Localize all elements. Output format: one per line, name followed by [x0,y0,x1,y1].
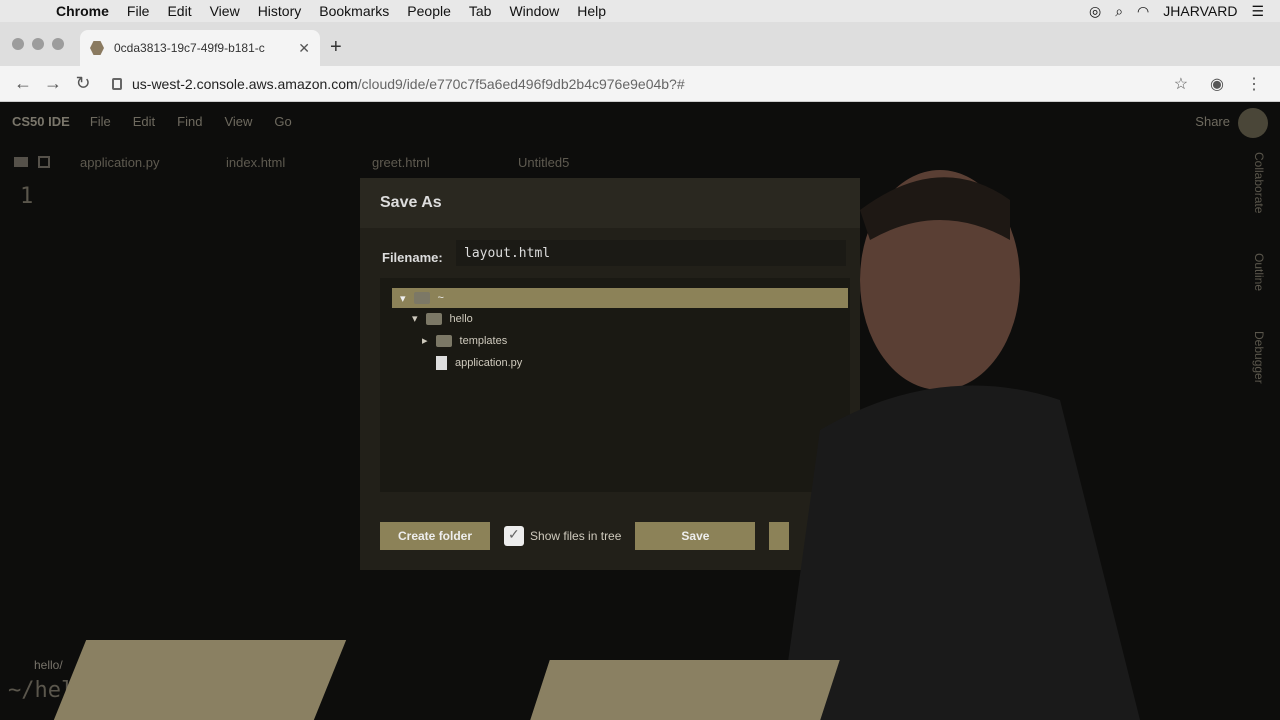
duck-avatar-icon[interactable] [1238,108,1268,138]
ide-menu-bar: CS50 IDE File Edit Find View Go Share [0,102,1280,140]
presenter-figure [780,170,1140,720]
line-number: 1 [20,184,34,209]
tree-root-label: ~ [437,292,444,304]
menu-window[interactable]: Window [509,3,559,19]
folder-icon[interactable] [14,157,28,167]
ide-brand[interactable]: CS50 IDE [12,114,70,129]
bookmark-star-icon[interactable]: ☆ [1174,74,1188,94]
laptop-left [53,640,347,720]
tree-folder-hello[interactable]: ▾ hello [412,312,473,325]
menu-tab[interactable]: Tab [469,3,492,19]
menu-help[interactable]: Help [577,3,606,19]
file-tab-untitled5[interactable]: Untitled5 [518,155,664,170]
address-bar-row: ← → ↻ us-west-2.console.aws.amazon.com/c… [0,66,1280,102]
dialog-buttons: Create folder Show files in tree Save [380,522,790,550]
browser-tab-bar: 0cda3813-19c7-49f9-b181-c ✕ + [0,22,1280,66]
menu-file[interactable]: File [127,3,150,19]
menu-history[interactable]: History [258,3,302,19]
apple-icon[interactable] [20,2,38,20]
url-field[interactable]: us-west-2.console.aws.amazon.com/cloud9/… [132,76,685,92]
browser-tab[interactable]: 0cda3813-19c7-49f9-b181-c ✕ [80,30,320,66]
file-tab-index-html[interactable]: index.html [226,155,372,170]
window-controls [12,38,64,50]
tree-subfolder-label: templates [459,334,508,347]
close-tab-icon[interactable]: ✕ [298,40,310,57]
filename-label: Filename: [382,250,443,265]
ide-menu-edit[interactable]: Edit [133,114,155,129]
tree-file-label: application.py [455,357,523,369]
minimize-window-icon[interactable] [32,38,44,50]
menu-people[interactable]: People [407,3,451,19]
close-window-icon[interactable] [12,38,24,50]
zoom-window-icon[interactable] [52,38,64,50]
tree-file-application[interactable]: application.py [436,356,522,370]
user-name[interactable]: JHARVARD [1163,3,1237,19]
forward-icon[interactable]: → [38,73,68,94]
expand-triangle-icon[interactable]: ▾ [400,292,406,305]
cloud9-icon [90,41,104,55]
tree-folder-templates[interactable]: ▸ templates [422,334,507,347]
save-button[interactable]: Save [635,522,756,550]
menu-edit[interactable]: Edit [167,3,191,19]
search-icon[interactable]: ⌕ [1115,3,1123,20]
profile-icon[interactable]: ◉ [1210,74,1224,94]
folder-icon [413,292,430,304]
checkbox-checked-icon[interactable] [504,526,525,546]
ide-menu-view[interactable]: View [224,114,252,129]
show-files-label: Show files in tree [530,529,622,543]
menu-app-chrome[interactable]: Chrome [56,3,109,19]
folder-icon [435,334,452,347]
file-tab-greet-html[interactable]: greet.html [372,155,518,170]
file-icon [436,356,447,370]
url-path: /cloud9/ide/e770c7f5a6ed496f9db2b4c976e9… [357,75,685,92]
new-tab-icon[interactable]: + [330,36,342,59]
menu-view[interactable]: View [210,3,240,19]
reload-icon[interactable]: ↻ [68,73,98,94]
more-menu-icon[interactable]: ⋮ [1246,74,1262,94]
file-tab-application-py[interactable]: application.py [80,155,226,170]
ide-menu-file[interactable]: File [90,114,111,129]
back-icon[interactable]: ← [8,73,38,94]
create-folder-button[interactable]: Create folder [380,522,491,550]
terminal-path: hello/ [34,658,63,672]
ide-menu-find[interactable]: Find [177,114,202,129]
dialog-title: Save As [380,194,442,211]
expand-triangle-icon[interactable]: ▾ [412,312,418,325]
status-area: ◎ ⌕ ◠ JHARVARD ☰ [1089,3,1264,20]
tree-folder-label: hello [449,312,473,325]
new-file-icon[interactable] [38,156,50,168]
tab-title: 0cda3813-19c7-49f9-b181-c [114,41,265,55]
macos-menu-bar: Chrome File Edit View History Bookmarks … [0,0,1280,22]
share-button[interactable]: Share [1195,114,1230,129]
folder-icon [425,312,442,325]
lock-icon [112,77,122,90]
url-host: us-west-2.console.aws.amazon.com [132,75,358,92]
creative-cloud-icon[interactable]: ◎ [1089,3,1101,20]
laptop-right [530,660,840,720]
collapsed-triangle-icon[interactable]: ▸ [422,334,428,347]
show-files-toggle[interactable]: Show files in tree [504,526,621,546]
toolbar-icons: ☆ ◉ ⋮ [1174,74,1262,94]
menu-bookmarks[interactable]: Bookmarks [319,3,389,19]
list-icon[interactable]: ☰ [1251,3,1264,20]
ide-menu-go[interactable]: Go [274,114,291,129]
wifi-icon[interactable]: ◠ [1137,3,1149,20]
